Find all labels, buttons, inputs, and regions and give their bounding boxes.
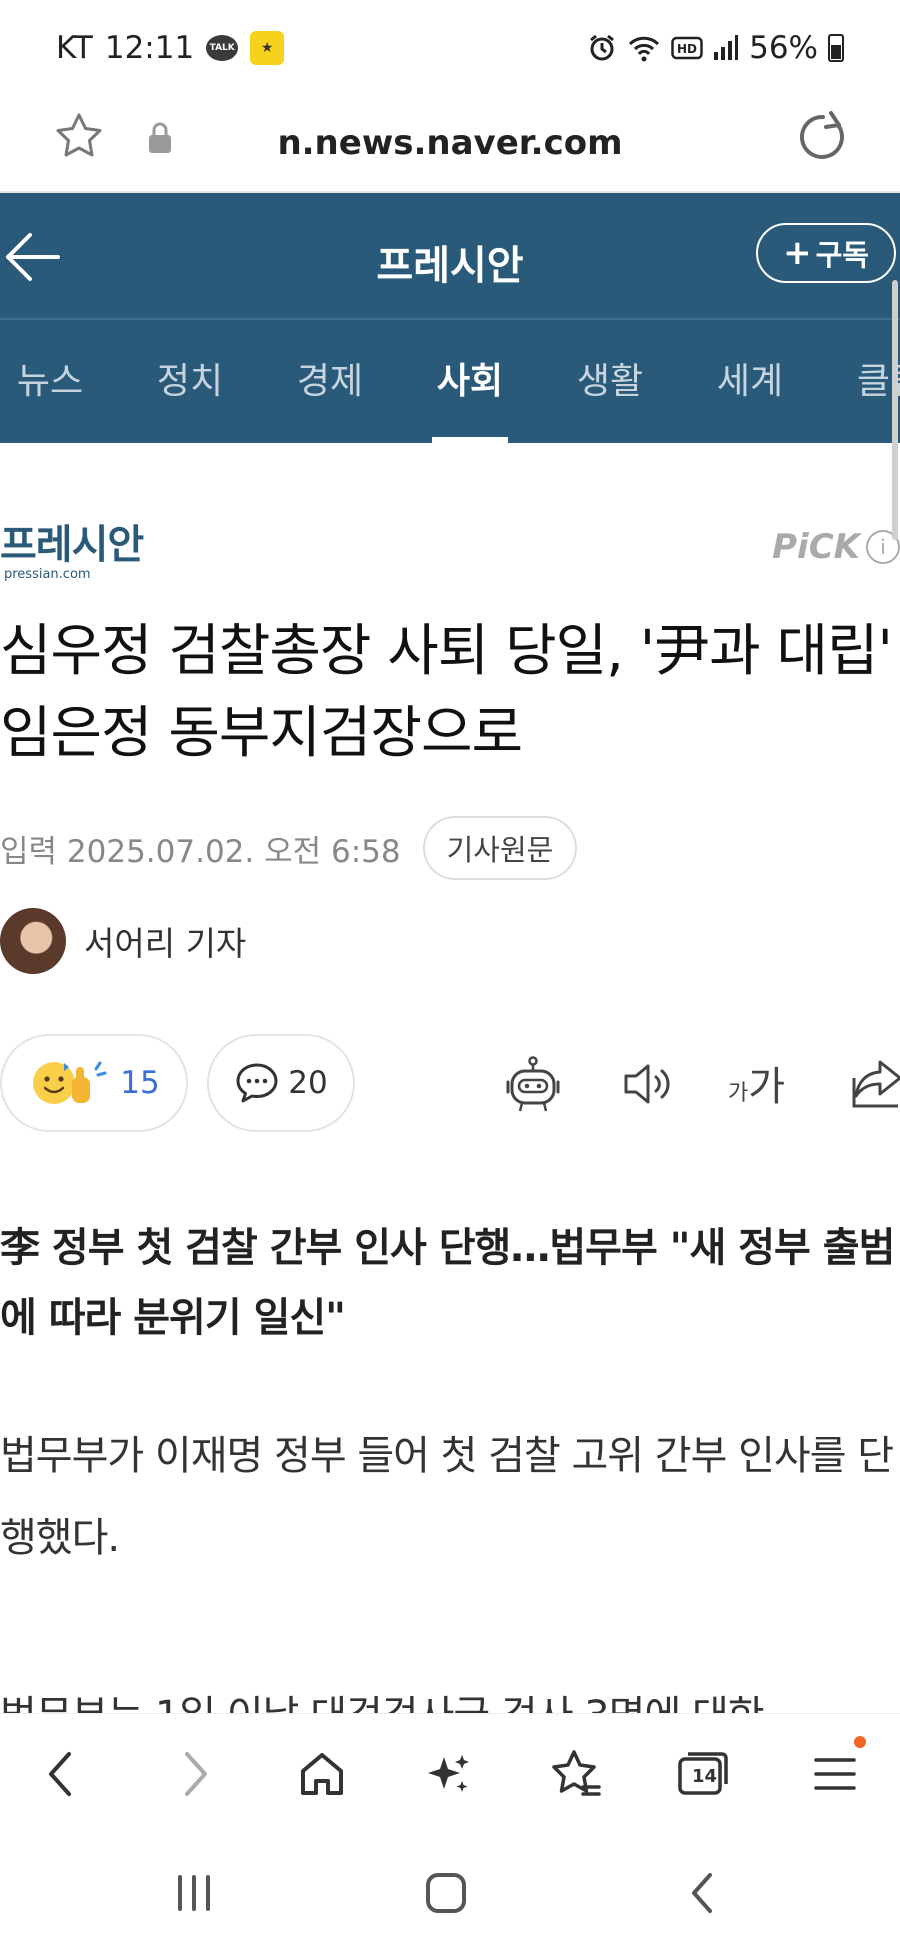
wifi-icon xyxy=(629,36,660,61)
alarm-icon xyxy=(590,34,615,60)
home-nav-button[interactable] xyxy=(416,1863,476,1923)
article: 프레시안 pressian.com PiCK i 심우정 검찰총장 사퇴 당일,… xyxy=(0,443,900,1713)
comment-count: 20 xyxy=(288,1065,328,1101)
article-action-row: 15 20 가가 xyxy=(0,1034,900,1134)
tab-clip[interactable]: 클립 xyxy=(820,320,900,443)
home-icon xyxy=(301,1753,343,1795)
sparkle-icon xyxy=(428,1755,469,1792)
comment-button[interactable]: 20 xyxy=(207,1034,355,1132)
star-list-icon xyxy=(552,1750,601,1796)
reload-icon[interactable] xyxy=(795,109,851,165)
publish-date: 입력 2025.07.02. 오전 6:58 xyxy=(0,833,401,870)
back-chevron-icon xyxy=(692,1873,712,1913)
hamburger-menu-icon xyxy=(814,1758,856,1790)
tab-society[interactable]: 사회 xyxy=(400,320,540,443)
press-header: 프레시안 + 구독 뉴스 정치 경제 사회 생활 세계 클립 xyxy=(0,193,900,443)
article-logo-row: 프레시안 pressian.com PiCK i xyxy=(0,523,900,593)
press-logo-text: 프레시안 xyxy=(0,522,144,568)
back-nav-button[interactable] xyxy=(672,1863,732,1923)
chevron-right-icon xyxy=(185,1752,207,1796)
section-tabs: 뉴스 정치 경제 사회 생활 세계 클립 xyxy=(0,320,900,443)
pick-badge[interactable]: PiCK i xyxy=(772,527,900,567)
original-article-button[interactable]: 기사원문 xyxy=(422,816,578,880)
scrollbar[interactable] xyxy=(892,280,898,540)
bookmarks-button[interactable] xyxy=(541,1742,611,1806)
tab-politics[interactable]: 정치 xyxy=(120,320,260,443)
font-size-button[interactable]: 가가 xyxy=(728,1054,785,1112)
kakao-app-notification-icon: ★ xyxy=(250,30,285,65)
press-logo[interactable]: 프레시안 pressian.com xyxy=(0,522,144,582)
article-meta: 입력 2025.07.02. 오전 6:58 기사원문 xyxy=(0,813,900,883)
browser-address-bar: n.news.naver.com xyxy=(0,95,900,193)
reporter-name[interactable]: 서어리 기자 xyxy=(84,917,246,965)
recent-apps-button[interactable] xyxy=(164,1863,224,1923)
ai-sparkle-button[interactable] xyxy=(414,1742,484,1806)
battery-percent: 56% xyxy=(749,29,818,66)
forward-button[interactable] xyxy=(160,1742,230,1806)
back-button[interactable] xyxy=(26,1742,96,1806)
notification-dot xyxy=(854,1736,866,1748)
home-button[interactable] xyxy=(287,1742,357,1806)
article-paragraph: 법무부가 이재명 정부 들어 첫 검찰 고위 간부 인사를 단행했다. xyxy=(0,1433,894,1561)
clock: 12:11 xyxy=(104,29,195,66)
chevron-left-icon xyxy=(49,1752,71,1796)
carrier-label: KT xyxy=(56,29,93,66)
article-headline: 심우정 검찰총장 사퇴 당일, '尹과 대립' 임은정 동부지검장으로 xyxy=(0,619,893,766)
reaction-button[interactable]: 15 xyxy=(0,1034,188,1132)
tab-news[interactable]: 뉴스 xyxy=(0,320,120,443)
article-paragraph: 법무부는 1일 이날 대검검사급 검사 3명에 대한 xyxy=(0,1675,900,1713)
signal-icon xyxy=(714,34,739,60)
font-size-small-label: 가 xyxy=(728,1081,749,1106)
tab-life[interactable]: 생활 xyxy=(540,320,680,443)
reaction-emoji-icon xyxy=(33,1061,107,1104)
battery-icon xyxy=(828,33,844,62)
menu-button[interactable] xyxy=(800,1736,870,1806)
font-size-big-label: 가 xyxy=(748,1064,786,1110)
subscribe-button[interactable]: + 구독 xyxy=(756,223,896,283)
reporter-row[interactable]: 서어리 기자 xyxy=(0,906,246,976)
tabs-button[interactable]: 14 xyxy=(668,1742,738,1806)
tab-economy[interactable]: 경제 xyxy=(260,320,400,443)
svg-text:HD: HD xyxy=(677,42,697,56)
home-square-icon xyxy=(426,1873,466,1913)
reaction-count: 15 xyxy=(120,1065,160,1101)
url-text[interactable]: n.news.naver.com xyxy=(0,123,900,163)
android-navigation-bar xyxy=(0,1833,900,1950)
tab-world[interactable]: 세계 xyxy=(680,320,820,443)
hd-voice-icon: HD xyxy=(671,36,703,59)
speaker-icon[interactable] xyxy=(620,1056,676,1112)
reporter-avatar[interactable] xyxy=(0,908,66,974)
browser-toolbar: 14 xyxy=(0,1713,900,1833)
status-bar: KT 12:11 TALK ★ HD 56% xyxy=(0,0,900,95)
subscribe-label: 구독 xyxy=(815,238,869,272)
kakaotalk-notification-icon: TALK xyxy=(206,34,239,61)
share-icon[interactable] xyxy=(850,1056,900,1112)
recent-apps-icon xyxy=(178,1875,210,1911)
pick-label: PiCK xyxy=(772,527,860,567)
ai-summary-robot-icon[interactable] xyxy=(502,1056,564,1114)
article-subheadline: 李 정부 첫 검찰 간부 인사 단행…법무부 "새 정부 출범에 따라 분위기 … xyxy=(0,1225,895,1341)
plus-icon: + xyxy=(783,233,812,273)
tab-count: 14 xyxy=(692,1766,718,1787)
comment-icon xyxy=(236,1063,278,1103)
press-logo-domain: pressian.com xyxy=(4,567,91,582)
